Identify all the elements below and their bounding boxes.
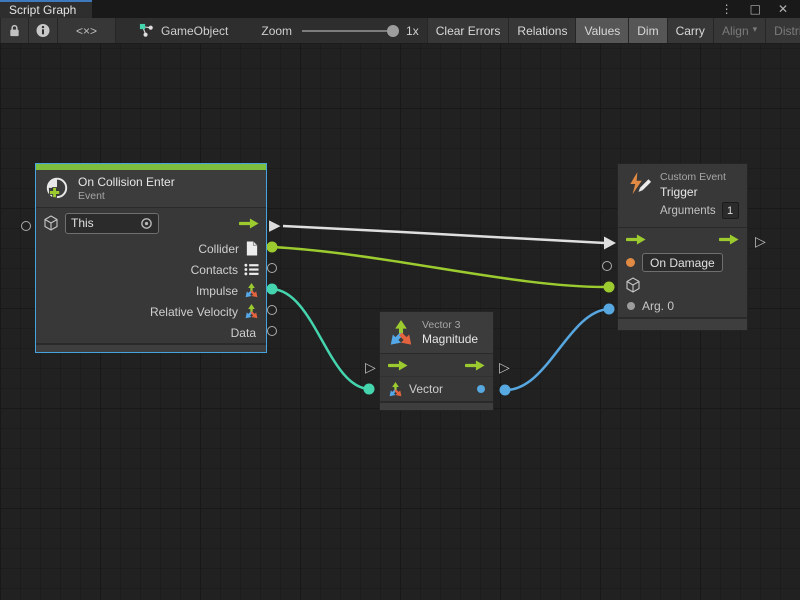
magnitude-flow-output-port[interactable]: ▷	[499, 361, 510, 375]
this-target-value: This	[71, 216, 94, 230]
contacts-output-port[interactable]	[267, 263, 277, 273]
port-row-target[interactable]	[618, 274, 747, 295]
gameobject-reference[interactable]: GameObject	[139, 18, 228, 43]
collision-flow-output-port[interactable]: ▶	[269, 218, 281, 233]
port-row-collider[interactable]: Collider	[36, 238, 266, 259]
port-row-vector[interactable]: Vector	[380, 377, 493, 401]
trigger-custom-event-node[interactable]: Custom Event Trigger Arguments 1 On Dama…	[617, 163, 748, 331]
port-row-data[interactable]: Data	[36, 322, 266, 343]
list-icon	[244, 262, 259, 277]
port-row-impulse[interactable]: Impulse	[36, 280, 266, 301]
arguments-label: Arguments	[660, 205, 716, 217]
dim-toggle[interactable]: Dim	[629, 18, 667, 43]
collision-target-input-port[interactable]	[21, 221, 31, 231]
object-picker-icon[interactable]	[140, 217, 153, 230]
flow-output-arrow-icon[interactable]	[465, 360, 485, 371]
vector3-icon	[388, 382, 403, 397]
code-preview-button[interactable]: <×>	[58, 18, 116, 43]
zoom-label: Zoom	[261, 24, 292, 38]
zoom-control: Zoom 1x	[261, 18, 418, 43]
lock-button[interactable]	[0, 18, 29, 43]
magnitude-result-dot[interactable]	[477, 385, 485, 393]
this-target-field[interactable]: This	[65, 213, 159, 234]
gameobject-cube-icon	[43, 215, 59, 231]
vector-port-label: Vector	[409, 382, 443, 396]
flow-input-arrow-icon[interactable]	[626, 234, 646, 245]
relations-button[interactable]: Relations	[509, 18, 576, 43]
distribute-dropdown[interactable]: Distribute ▾	[766, 18, 800, 43]
window-menu-icon[interactable]: ⋮	[721, 3, 733, 15]
node-kind: Custom Event	[660, 171, 739, 183]
flow-output-arrow-icon[interactable]	[239, 218, 259, 229]
relative-velocity-output-port[interactable]	[267, 305, 277, 315]
node-subtitle: Event	[78, 190, 175, 202]
zoom-slider[interactable]	[302, 30, 396, 32]
tab-title: Script Graph	[9, 3, 76, 17]
collision-event-icon	[44, 176, 70, 202]
port-row-event-name[interactable]: On Damage	[618, 251, 747, 274]
tab-script-graph[interactable]: Script Graph	[0, 0, 92, 18]
node-title: Magnitude	[422, 332, 478, 346]
flow-input-arrow-icon[interactable]	[388, 360, 408, 371]
magnitude-flow-input-port[interactable]: ▷	[365, 361, 376, 375]
node-footer	[36, 343, 266, 352]
port-row-contacts[interactable]: Contacts	[36, 259, 266, 280]
gameobject-label: GameObject	[161, 24, 228, 38]
event-name-port-dot[interactable]	[626, 258, 635, 267]
trigger-flow-output-port[interactable]: ▷	[755, 235, 766, 249]
vector3-icon	[244, 304, 259, 319]
vector3-icon	[244, 283, 259, 298]
arg0-port-dot[interactable]	[627, 302, 635, 310]
carry-toggle[interactable]: Carry	[668, 18, 714, 43]
flow-output-arrow-icon[interactable]	[719, 234, 739, 245]
code-icon: <×>	[76, 24, 97, 38]
info-icon	[36, 23, 50, 38]
chevron-down-icon: ▾	[753, 26, 758, 35]
lock-icon	[8, 24, 21, 37]
align-dropdown[interactable]: Align ▾	[714, 18, 766, 43]
arg0-label: Arg. 0	[642, 299, 674, 313]
graph-icon	[139, 23, 154, 38]
port-row-relative-velocity[interactable]: Relative Velocity	[36, 301, 266, 322]
tab-bar: Script Graph ⋮ □ ✕	[0, 0, 800, 18]
maximize-icon[interactable]: □	[750, 3, 761, 15]
node-title: On Collision Enter	[78, 175, 175, 189]
node-title: Trigger	[660, 185, 739, 199]
zoom-slider-handle[interactable]	[387, 25, 399, 37]
close-icon[interactable]: ✕	[778, 3, 788, 15]
node-footer	[618, 317, 747, 330]
graph-toolbar: <×> GameObject Zoom 1x Clear Errors Rela…	[0, 18, 800, 44]
arguments-count-field[interactable]: 1	[722, 202, 739, 219]
info-button[interactable]	[29, 18, 58, 43]
window-controls: ⋮ □ ✕	[721, 0, 800, 18]
node-footer	[380, 401, 493, 410]
on-collision-enter-node[interactable]: On Collision Enter Event This Collider C…	[35, 163, 267, 353]
port-row-arg0[interactable]: Arg. 0	[618, 295, 747, 317]
event-name-field[interactable]: On Damage	[642, 253, 723, 272]
values-toggle[interactable]: Values	[576, 18, 629, 43]
vector3-icon	[388, 320, 414, 346]
zoom-value: 1x	[406, 24, 419, 38]
custom-event-icon	[626, 171, 652, 197]
gameobject-cube-icon	[625, 277, 641, 293]
data-output-port[interactable]	[267, 326, 277, 336]
node-kind: Vector 3	[422, 319, 478, 331]
clear-errors-button[interactable]: Clear Errors	[427, 18, 510, 43]
trigger-name-input-port[interactable]	[602, 261, 612, 271]
vector3-magnitude-node[interactable]: Vector 3 Magnitude Vector	[379, 311, 494, 411]
document-icon	[245, 241, 259, 256]
